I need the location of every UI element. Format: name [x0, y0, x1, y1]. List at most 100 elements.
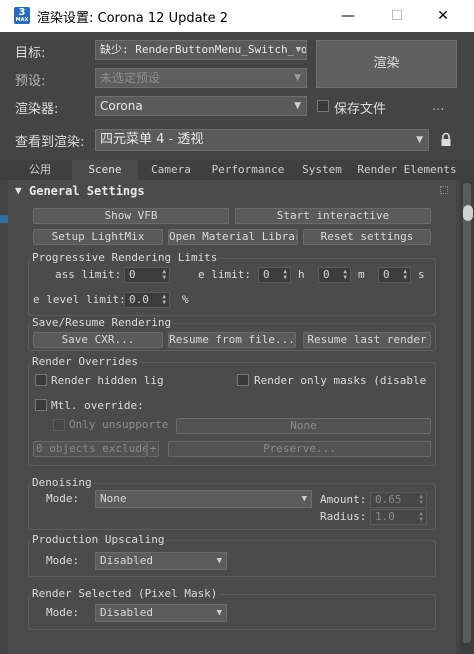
- preset-dropdown[interactable]: 未选定预设 ▼: [95, 68, 307, 88]
- tab-camera[interactable]: Camera: [138, 160, 204, 180]
- add-exclusion-button[interactable]: +: [147, 441, 159, 457]
- target-value: 缺少: RenderButtonMenu_Switch_To: [100, 43, 307, 56]
- minimize-button[interactable]: —: [325, 0, 371, 32]
- upscaling-mode-label: Mode:: [46, 554, 80, 567]
- amount-value: 0.65: [375, 493, 402, 506]
- save-cxr-button[interactable]: Save CXR...: [33, 332, 163, 348]
- spinner-arrows-icon[interactable]: ▲ ▼: [343, 269, 347, 281]
- upscaling-mode-value: Disabled: [100, 554, 153, 567]
- resume-from-file-button[interactable]: Resume from file...: [168, 332, 296, 348]
- tab-scene[interactable]: Scene: [72, 160, 138, 180]
- reset-settings-button[interactable]: Reset settings: [303, 229, 431, 245]
- chevron-down-icon: ▼: [294, 101, 301, 111]
- override-material-none-button[interactable]: None: [176, 418, 431, 434]
- renderer-label: 渲染器:: [15, 102, 59, 117]
- render-hidden-checkbox[interactable]: [35, 374, 47, 386]
- view-dropdown[interactable]: 四元菜单 4 - 透视 ▼: [95, 129, 429, 151]
- upscaling-title: Production Upscaling: [30, 533, 167, 546]
- progressive-limits-title: Progressive Rendering Limits: [30, 251, 220, 264]
- view-label: 查看到渲染:: [15, 135, 85, 150]
- radius-label: Radius:: [320, 510, 367, 523]
- save-resume-title: Save/Resume Rendering: [30, 316, 174, 329]
- noise-unit: %: [182, 293, 189, 306]
- render-hidden-label: Render hidden lig: [51, 374, 164, 387]
- render-only-masks-label: Render only masks (disable sh: [254, 374, 430, 387]
- maximize-button[interactable]: ☐: [374, 0, 420, 32]
- chevron-down-icon: ▼: [216, 608, 222, 618]
- chevron-down-icon: ▼: [301, 494, 307, 504]
- denoising-mode-value: None: [100, 492, 127, 505]
- amount-label: Amount:: [320, 493, 367, 506]
- denoising-mode-dropdown[interactable]: None ▼: [95, 490, 312, 508]
- denoising-mode-label: Mode:: [46, 492, 80, 505]
- browse-button[interactable]: ...: [432, 99, 444, 114]
- resume-last-render-button[interactable]: Resume last render: [303, 332, 431, 348]
- tab-system[interactable]: System: [292, 160, 352, 180]
- mtl-override-checkbox[interactable]: [35, 399, 47, 411]
- lock-icon[interactable]: [440, 132, 452, 147]
- scroll-handle-icon[interactable]: [463, 205, 473, 221]
- scrollbar-thumb[interactable]: [463, 183, 471, 643]
- noise-level-spinner[interactable]: 0.0 ▲ ▼: [124, 292, 170, 308]
- pass-limit-value: 0: [129, 268, 136, 281]
- seconds-spinner[interactable]: 0 ▲ ▼: [378, 267, 411, 283]
- chevron-down-icon: ▼: [294, 73, 301, 83]
- window-title: 渲染设置: Corona 12 Update 2: [37, 11, 229, 26]
- general-settings-title[interactable]: General Settings: [29, 184, 145, 198]
- preset-label: 预设:: [15, 74, 46, 89]
- drag-grip-icon[interactable]: [440, 186, 448, 194]
- spinner-arrows-icon[interactable]: ▲ ▼: [162, 294, 166, 306]
- chevron-down-icon: ▼: [216, 556, 222, 566]
- pass-limit-spinner[interactable]: 0 ▲ ▼: [124, 267, 170, 283]
- minutes-unit: m: [358, 268, 365, 281]
- radius-value: 1.0: [375, 510, 395, 523]
- spinner-arrows-icon[interactable]: ▲ ▼: [419, 511, 423, 523]
- tab-common[interactable]: 公用: [8, 160, 72, 180]
- chevron-down-icon: ▼: [416, 135, 423, 145]
- hours-unit: h: [298, 268, 305, 281]
- chevron-down-icon: ▼: [293, 41, 301, 59]
- radius-spinner[interactable]: 1.0 ▲ ▼: [370, 509, 427, 525]
- render-only-masks-checkbox[interactable]: [237, 374, 249, 386]
- spinner-arrows-icon[interactable]: ▲ ▼: [283, 269, 287, 281]
- setup-lightmix-button[interactable]: Setup LightMix: [33, 229, 163, 245]
- renderer-dropdown[interactable]: Corona ▼: [95, 96, 307, 116]
- target-label: 目标:: [15, 46, 46, 61]
- side-marker: [0, 215, 8, 223]
- pixel-mask-title: Render Selected (Pixel Mask): [30, 587, 220, 600]
- pixel-mask-mode-dropdown[interactable]: Disabled ▼: [95, 604, 227, 622]
- save-file-label: 保存文件: [334, 102, 387, 117]
- spinner-arrows-icon[interactable]: ▲ ▼: [419, 494, 423, 506]
- objects-excluded-button[interactable]: 0 objects excluded: [33, 441, 147, 457]
- only-unsupported-checkbox[interactable]: [53, 419, 65, 431]
- denoising-title: Denoising: [30, 476, 94, 489]
- target-dropdown[interactable]: 缺少: RenderButtonMenu_Switch_To ▼: [95, 40, 307, 60]
- minutes-spinner[interactable]: 0 ▲ ▼: [318, 267, 351, 283]
- amount-spinner[interactable]: 0.65 ▲ ▼: [370, 492, 427, 508]
- open-material-library-button[interactable]: Open Material Library: [168, 229, 298, 245]
- render-overrides-title: Render Overrides: [30, 355, 140, 368]
- tab-render-elements[interactable]: Render Elements: [352, 160, 462, 180]
- noise-level-label: e level limit:: [33, 293, 126, 306]
- tab-performance[interactable]: Performance: [204, 160, 292, 180]
- hours-spinner[interactable]: 0 ▲ ▼: [258, 267, 291, 283]
- spinner-arrows-icon[interactable]: ▲ ▼: [403, 269, 407, 281]
- upscaling-mode-dropdown[interactable]: Disabled ▼: [95, 552, 227, 570]
- progressive-limits-group: [28, 258, 436, 316]
- rollout-collapse-icon[interactable]: ▼: [15, 184, 22, 197]
- spinner-arrows-icon[interactable]: ▲ ▼: [162, 269, 166, 281]
- save-file-checkbox[interactable]: [317, 100, 329, 112]
- mtl-override-label: Mtl. override:: [51, 399, 144, 412]
- pixel-mask-mode-label: Mode:: [46, 606, 80, 619]
- preserve-button[interactable]: Preserve...: [168, 441, 431, 457]
- pass-limit-label: ass limit:: [55, 268, 122, 281]
- close-button[interactable]: ✕: [420, 0, 466, 32]
- start-interactive-button[interactable]: Start interactive: [235, 208, 431, 224]
- hours-value: 0: [263, 268, 270, 281]
- show-vfb-button[interactable]: Show VFB: [33, 208, 229, 224]
- time-limit-label: e limit:: [198, 268, 251, 281]
- render-button[interactable]: 渲染: [316, 40, 457, 88]
- tab-bar: 公用 Scene Camera Performance System Rende…: [0, 160, 474, 180]
- preset-value: 未选定预设: [100, 71, 161, 85]
- only-unsupported-label: Only unsupporte: [69, 418, 169, 431]
